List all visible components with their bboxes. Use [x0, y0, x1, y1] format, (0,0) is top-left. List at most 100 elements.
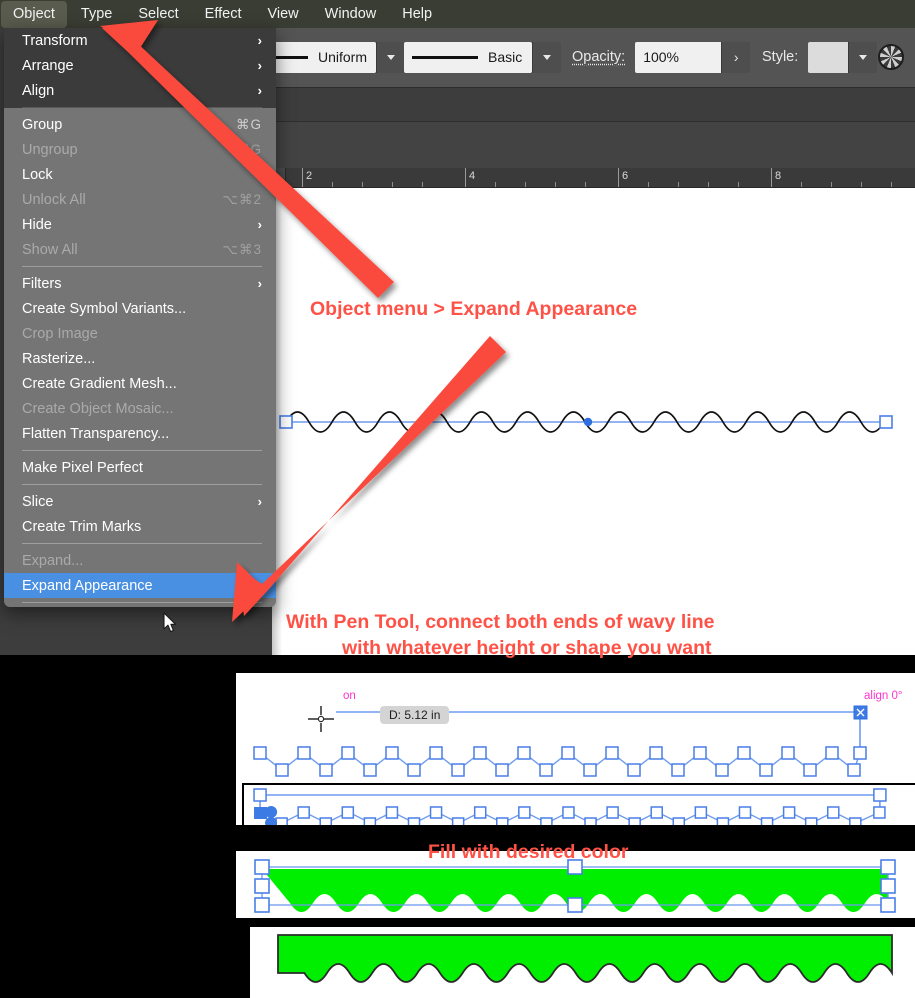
opacity-label: Opacity: [572, 49, 626, 65]
chevron-down-icon [859, 54, 868, 60]
menu-item-unlock-all: Unlock All ⌥⌘2 [4, 187, 276, 212]
menu-item-slice[interactable]: Slice › [4, 489, 276, 514]
menu-item-shortcut: ⌥⌘3 [222, 241, 262, 257]
menubar-item-view[interactable]: View [255, 1, 310, 28]
menubar-item-type[interactable]: Type [69, 1, 124, 28]
menu-item-arrange[interactable]: Arrange › [4, 53, 276, 78]
menu-item-label: Rasterize... [22, 350, 96, 367]
annotation-step-1: Object menu > Expand Appearance [310, 298, 638, 320]
brush-definition-label: Basic [488, 49, 523, 65]
brush-definition-preview [412, 55, 478, 59]
menu-item-label: Show All [22, 241, 78, 258]
menu-item-label: Transform [22, 32, 88, 49]
stroke-profile-label: Uniform [318, 49, 368, 65]
menu-item-shortcut: ⌘G [235, 116, 262, 132]
menu-item-create-symbol-variants[interactable]: Create Symbol Variants... [4, 296, 276, 321]
menu-item-expand: Expand... [4, 548, 276, 573]
menu-item-flatten-transparency[interactable]: Flatten Transparency... [4, 421, 276, 446]
graphic-style-swatch[interactable] [808, 41, 849, 73]
menu-item-label: Make Pixel Perfect [22, 459, 143, 476]
menu-item-label: Expand... [22, 552, 84, 569]
measurement-tooltip: D: 5.12 in [380, 706, 450, 724]
annotation-step-3: Fill with desired color [428, 841, 629, 863]
stroke-profile-dropdown[interactable]: Uniform [262, 41, 376, 73]
menu-item-hide[interactable]: Hide › [4, 212, 276, 237]
menu-item-crop-image: Crop Image [4, 321, 276, 346]
menu-item-create-object-mosaic: Create Object Mosaic... [4, 396, 276, 421]
brush-definition-dropdown[interactable]: Basic [404, 41, 532, 73]
illustrator-app-window: Object Type Select Effect View Window He… [0, 0, 915, 655]
object-menu-group-transform: Transform › Arrange › Align › [4, 28, 276, 108]
background-fill-left [0, 655, 236, 998]
menu-item-ungroup: Ungroup ⌘G [4, 137, 276, 162]
menu-item-label: Create Gradient Mesh... [22, 375, 177, 392]
menu-item-lock[interactable]: Lock [4, 162, 276, 187]
smart-guide-label-on: on [343, 690, 356, 702]
menu-separator [22, 107, 262, 108]
chevron-right-icon: › [257, 83, 262, 98]
menubar-item-help[interactable]: Help [390, 1, 444, 28]
menu-item-create-gradient-mesh[interactable]: Create Gradient Mesh... [4, 371, 276, 396]
render-options-icon[interactable] [878, 44, 904, 70]
chevron-right-icon: › [257, 58, 262, 73]
final-shape-panel [250, 925, 915, 998]
ruler-label-4: 4 [469, 170, 476, 182]
menu-item-filters[interactable]: Filters › [4, 271, 276, 296]
menubar-item-object[interactable]: Object [1, 0, 67, 28]
style-caret-button[interactable] [848, 41, 878, 73]
chevron-right-icon: › [257, 276, 262, 291]
menu-item-group[interactable]: Group ⌘G [4, 112, 276, 137]
panel-divider-1 [236, 825, 915, 833]
opacity-expand-button[interactable]: › [721, 41, 751, 73]
artboard-canvas[interactable] [272, 188, 915, 655]
chevron-down-icon [387, 54, 395, 60]
menu-item-label: Ungroup [22, 141, 78, 158]
chevron-down-icon [543, 54, 551, 60]
menu-separator [22, 543, 262, 544]
chevron-right-icon: › [733, 49, 739, 65]
annotation-step-2-line-1: With Pen Tool, connect both ends of wavy… [286, 611, 715, 633]
mouse-cursor [163, 612, 177, 633]
menu-item-label: Create Object Mosaic... [22, 400, 174, 417]
menu-item-label: Create Trim Marks [22, 518, 142, 535]
chevron-right-icon: › [257, 217, 262, 232]
pen-tool-crosshair-icon [308, 706, 334, 732]
menu-item-rasterize[interactable]: Rasterize... [4, 346, 276, 371]
menu-item-align[interactable]: Align › [4, 78, 276, 103]
menu-item-label: Crop Image [22, 325, 98, 342]
control-bar: Uniform Basic Opacity: 100% › Style: [262, 28, 915, 88]
document-tab-strip [272, 88, 915, 168]
menu-item-label: Expand Appearance [22, 577, 153, 594]
menu-item-label: Slice [22, 493, 54, 510]
menu-item-label: Lock [22, 166, 53, 183]
chevron-right-icon: › [257, 494, 262, 509]
menubar-item-effect[interactable]: Effect [193, 1, 254, 28]
annotation-step-2-line-2: with whatever height or shape you want [342, 637, 712, 659]
ruler-label-2: 2 [306, 170, 313, 182]
opacity-input[interactable]: 100% [635, 41, 722, 73]
stroke-profile-caret-button[interactable] [376, 41, 405, 73]
menu-item-label: Align [22, 82, 55, 99]
menu-item-label: Create Symbol Variants... [22, 300, 187, 317]
menu-item-label: Flatten Transparency... [22, 425, 170, 442]
menu-item-transform[interactable]: Transform › [4, 28, 276, 53]
ruler-label-8: 8 [775, 170, 782, 182]
brush-definition-caret-button[interactable] [532, 41, 561, 73]
menu-item-label: Hide [22, 216, 52, 233]
final-filled-wavy-shape [277, 934, 893, 983]
menubar-item-select[interactable]: Select [126, 1, 190, 28]
document-tab-strip-inner [272, 121, 915, 168]
menu-item-label: Arrange [22, 57, 74, 74]
menu-item-create-trim-marks[interactable]: Create Trim Marks [4, 514, 276, 539]
menubar-item-window[interactable]: Window [313, 1, 389, 28]
menu-item-label: Filters [22, 275, 62, 292]
menu-item-show-all: Show All ⌥⌘3 [4, 237, 276, 262]
menu-item-expand-appearance[interactable]: Expand Appearance [4, 573, 276, 598]
menu-item-make-pixel-perfect[interactable]: Make Pixel Perfect [4, 455, 276, 480]
ruler-label-6: 6 [622, 170, 629, 182]
opacity-value: 100% [643, 49, 679, 65]
menu-separator [22, 450, 262, 451]
style-label: Style: [762, 49, 799, 65]
screenshot-root: Object Type Select Effect View Window He… [0, 0, 915, 998]
horizontal-ruler[interactable]: 2 4 6 8 [272, 168, 915, 188]
